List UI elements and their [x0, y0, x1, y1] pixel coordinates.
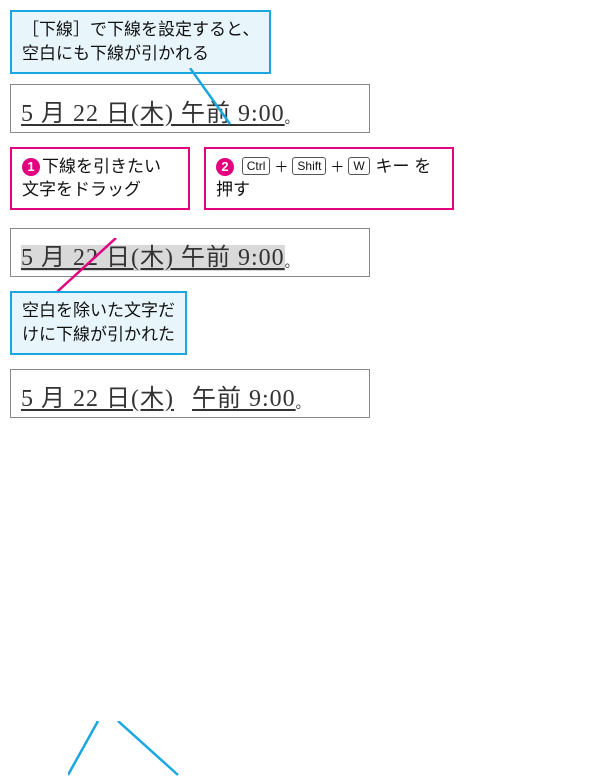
callout-text-line1: ［下線］で下線を設定すると、 [22, 20, 259, 39]
step2-number: 2 [216, 158, 234, 176]
sample2-text: 5 月 22 日(木) 午前 9:00 [21, 245, 285, 271]
step1-number: 1 [22, 158, 40, 176]
sample2-trailing: 。 [285, 256, 300, 271]
key-ctrl: Ctrl [242, 157, 271, 175]
sample1-trailing: 。 [285, 112, 300, 127]
sample3-part1: 5 月 22 日(木) [21, 386, 174, 412]
step1-line1: 下線を引きたい [42, 157, 161, 176]
callout-text-line2: 空白にも下線が引かれる [22, 44, 209, 63]
step1-line2: 文字をドラッグ [22, 180, 141, 199]
sample-text-selected: 5 月 22 日(木) 午前 9:00。 [10, 228, 370, 277]
key-w: W [348, 157, 369, 175]
sample-text-full-underline: 5 月 22 日(木) 午前 9:00。 [10, 84, 370, 133]
plus-icon: ＋ [330, 159, 344, 175]
connector-line-3 [68, 721, 188, 781]
step1-callout: 1下線を引きたい 文字をドラッグ [10, 147, 190, 211]
callout-underline-spaces: ［下線］で下線を設定すると、 空白にも下線が引かれる [10, 10, 271, 74]
callout-bottom-line2: けに下線が引かれた [22, 325, 175, 344]
step2-callout: 2 Ctrl＋Shift＋W キー を 押す [204, 147, 454, 211]
step2-tail: キー を [375, 157, 431, 176]
key-shift: Shift [292, 157, 326, 175]
callout-word-underline: 空白を除いた文字だ けに下線が引かれた [10, 291, 187, 355]
sample1-text: 5 月 22 日(木) 午前 9:00 [21, 101, 285, 127]
sample3-part2: 午前 9:00 [192, 386, 296, 412]
step2-line2: 押す [216, 180, 250, 199]
plus-icon: ＋ [274, 159, 288, 175]
sample3-trailing: 。 [296, 397, 311, 412]
sample-text-word-underline: 5 月 22 日(木) 午前 9:00。 [10, 369, 370, 418]
callout-bottom-line1: 空白を除いた文字だ [22, 301, 175, 320]
